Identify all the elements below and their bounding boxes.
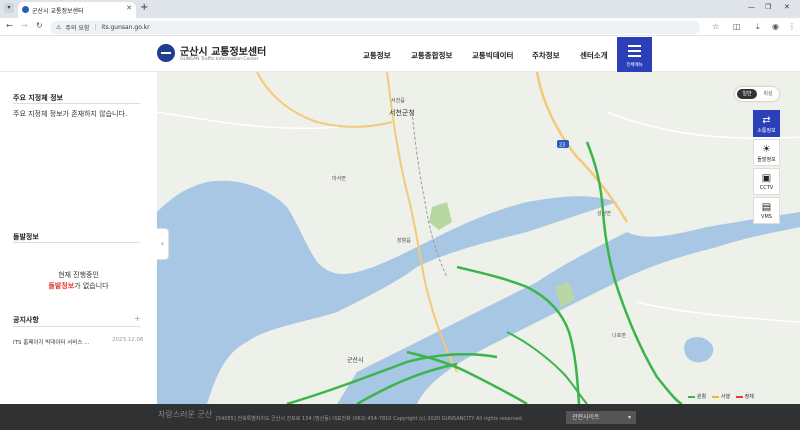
major-congestion-empty: 주요 지정체 정보가 존재하지 않습니다. bbox=[13, 110, 128, 118]
map-canvas[interactable]: 서천군청 서천읍 마서면 장항읍 군산시 성산면 나포면 23 bbox=[157, 72, 800, 404]
tab-title: 군산시 교통정보센터 bbox=[32, 7, 84, 15]
minimize-icon[interactable]: — bbox=[748, 3, 755, 11]
cctv-layer-button[interactable]: ▣ CCTV bbox=[753, 168, 780, 195]
logo-subtitle: GUNSAN Traffic Information Center bbox=[180, 57, 259, 62]
label-naseo: 나포면 bbox=[612, 332, 626, 339]
forward-icon[interactable]: → bbox=[21, 21, 28, 30]
back-icon[interactable]: ← bbox=[6, 21, 13, 30]
legend-jam: 정체 bbox=[744, 394, 754, 400]
site-favicon-icon bbox=[22, 6, 29, 13]
map-normal-button[interactable]: 일반 bbox=[737, 89, 757, 99]
traffic-arrows-icon: ⇄ bbox=[762, 115, 771, 126]
maximize-icon[interactable]: ❐ bbox=[765, 3, 771, 11]
map-satellite-button[interactable]: 위성 bbox=[759, 89, 777, 99]
traffic-legend: 원활 서행 정체 bbox=[684, 393, 774, 403]
download-icon[interactable]: ⤓ bbox=[756, 22, 760, 32]
all-menu-label: 전체메뉴 bbox=[626, 63, 643, 68]
incident-suffix: 가 없습니다 bbox=[74, 282, 109, 290]
road-major-3 bbox=[256, 72, 393, 128]
more-menu-icon[interactable]: ⋮ bbox=[788, 22, 796, 31]
url-text[interactable]: its.gunsan.go.kr bbox=[101, 24, 149, 31]
related-sites-select[interactable]: 관련사이트 bbox=[566, 411, 636, 424]
close-window-icon[interactable]: ✕ bbox=[784, 3, 790, 11]
legend-smooth-swatch bbox=[688, 395, 695, 398]
footer-logo: 자랑스러운 군산 bbox=[158, 410, 213, 419]
reload-icon[interactable]: ↻ bbox=[36, 21, 43, 30]
bookmark-star-icon[interactable]: ☆ bbox=[712, 22, 719, 31]
security-warning-label[interactable]: 주의 요함 bbox=[65, 23, 89, 32]
browser-tab-strip: ▾ 군산시 교통정보센터 ✕ + — ❐ ✕ bbox=[0, 0, 800, 18]
legend-jam-swatch bbox=[735, 395, 743, 398]
notice-date: 2023.12.06 bbox=[112, 337, 144, 343]
nav-traffic-info[interactable]: 교통정보 bbox=[363, 50, 391, 61]
cctv-layer-label: CCTV bbox=[759, 185, 774, 191]
vms-layer-label: VMS bbox=[761, 214, 772, 220]
profile-icon[interactable]: ◉ bbox=[772, 22, 779, 31]
logo-title[interactable]: 군산시 교통정보센터 bbox=[180, 43, 266, 58]
close-tab-icon[interactable]: ✕ bbox=[126, 4, 132, 12]
label-seocheon: 서천군청 bbox=[389, 108, 415, 117]
nav-center-intro[interactable]: 센터소개 bbox=[580, 50, 608, 61]
traffic-layer-label: 소통정보 bbox=[757, 128, 776, 134]
map-type-toggle[interactable]: 일반 위성 bbox=[735, 87, 779, 101]
label-gunsan: 군산시 bbox=[347, 356, 364, 364]
footer-address: [54055] 전북특별자치도 군산시 진포로 134 (명산동) 대표전화 (… bbox=[216, 416, 524, 422]
divider bbox=[13, 242, 140, 243]
site-header: 군산시 교통정보센터 GUNSAN Traffic Information Ce… bbox=[0, 36, 800, 72]
label-seocheon-eup: 서천읍 bbox=[391, 97, 405, 104]
legend-slow-swatch bbox=[711, 395, 719, 398]
traffic-layer-button[interactable]: ⇄ 소통정보 bbox=[753, 110, 780, 137]
camera-icon: ▣ bbox=[761, 173, 772, 184]
vms-layer-button[interactable]: ▤ VMS bbox=[753, 197, 780, 224]
reservoir bbox=[684, 337, 714, 363]
site-footer: 자랑스러운 군산 [54055] 전북특별자치도 군산시 진포로 134 (명산… bbox=[0, 404, 800, 430]
sign-board-icon: ▤ bbox=[761, 202, 772, 213]
notice-title: 공지사항 bbox=[13, 316, 39, 324]
incident-empty-line1: 현재 진행중인 bbox=[58, 271, 99, 279]
browser-tab[interactable]: 군산시 교통정보센터 ✕ bbox=[18, 2, 136, 18]
legend-smooth: 원활 bbox=[697, 394, 707, 400]
label-janghang: 장항읍 bbox=[397, 237, 411, 244]
hamburger-icon bbox=[628, 45, 641, 60]
green-park bbox=[429, 202, 452, 230]
traffic-map[interactable]: 서천군청 서천읍 마서면 장항읍 군산시 성산면 나포면 23 bbox=[157, 72, 800, 404]
incident-empty-line2: 돌발정보가 없습니다 bbox=[0, 281, 157, 291]
new-tab-button[interactable]: + bbox=[140, 2, 148, 13]
extensions-icon[interactable]: ◫ bbox=[733, 22, 741, 31]
nav-parking-info[interactable]: 주차정보 bbox=[532, 50, 560, 61]
city-logo-icon[interactable] bbox=[157, 44, 175, 62]
nav-integrated-info[interactable]: 교통종합정보 bbox=[411, 50, 452, 61]
incident-highlight: 돌발정보 bbox=[48, 282, 75, 290]
legend-slow: 서행 bbox=[720, 394, 730, 400]
incident-title: 돌발정보 bbox=[13, 233, 39, 241]
notice-more-button[interactable]: + bbox=[134, 314, 141, 323]
incident-layer-label: 돌발정보 bbox=[757, 157, 776, 163]
nav-big-data[interactable]: 교통빅데이터 bbox=[472, 50, 513, 61]
major-congestion-title: 주요 지정체 정보 bbox=[13, 94, 63, 102]
sidebar-collapse-button[interactable]: ‹ bbox=[157, 228, 169, 260]
divider bbox=[13, 326, 140, 327]
divider bbox=[13, 103, 140, 104]
incident-layer-button[interactable]: ☀ 돌발정보 bbox=[753, 139, 780, 166]
label-maseo: 마서면 bbox=[332, 175, 346, 182]
address-bar[interactable]: ⚠ 주의 요함 | its.gunsan.go.kr bbox=[50, 21, 700, 34]
road-minor-3 bbox=[636, 301, 800, 323]
all-menu-button[interactable]: 전체메뉴 bbox=[617, 37, 652, 72]
notice-item-link[interactable]: ITS 홈페이지 빅데이터 서비스 ... bbox=[13, 338, 89, 346]
sidebar-panel: 주요 지정체 정보 주요 지정체 정보가 존재하지 않습니다. 돌발정보 현재 … bbox=[0, 72, 157, 404]
label-seongsan: 성산면 bbox=[597, 210, 611, 217]
warning-icon[interactable]: ⚠ bbox=[56, 24, 61, 31]
siren-icon: ☀ bbox=[762, 144, 771, 155]
browser-toolbar: ← → ↻ ⚠ 주의 요함 | its.gunsan.go.kr ☆ ◫ ⤓ ◉… bbox=[0, 18, 800, 36]
omnibox-separator: | bbox=[94, 24, 97, 31]
tab-search-button[interactable]: ▾ bbox=[4, 3, 14, 13]
route-shield-number: 23 bbox=[559, 143, 565, 149]
